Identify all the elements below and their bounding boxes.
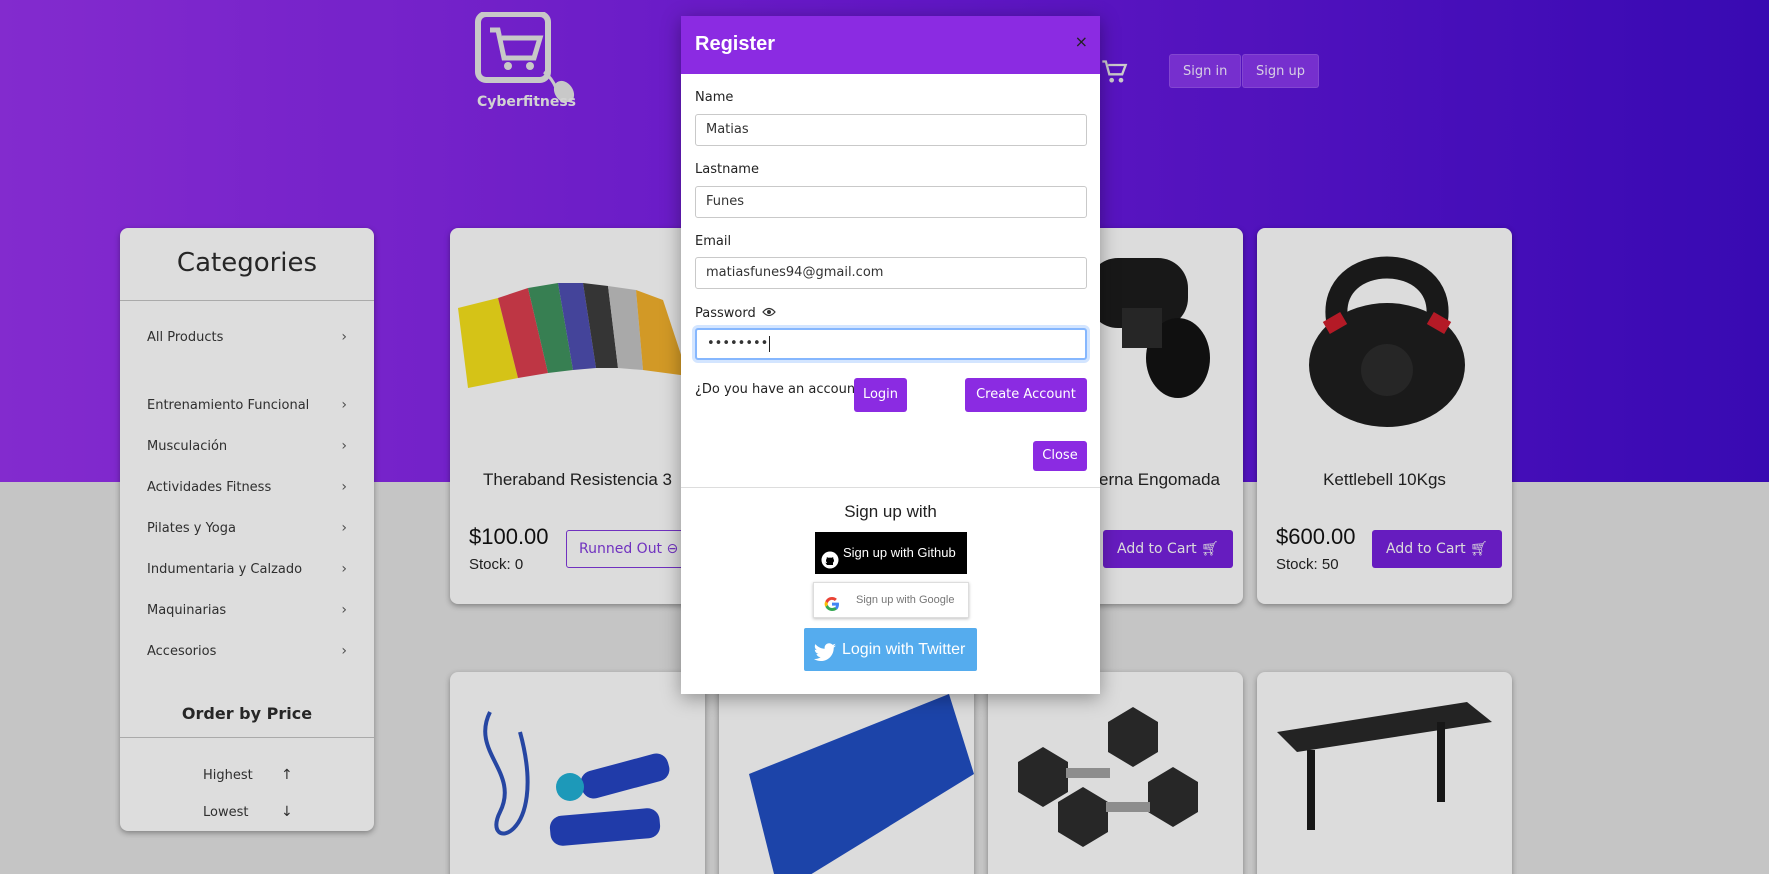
twitter-button-label: Login with Twitter xyxy=(842,641,966,658)
github-button-label: Sign up with Github xyxy=(843,545,956,560)
twitter-icon xyxy=(813,638,837,681)
divider xyxy=(681,487,1100,488)
create-account-button[interactable]: Create Account xyxy=(965,378,1087,412)
lastname-label: Lastname xyxy=(695,162,759,177)
lastname-field[interactable]: Funes xyxy=(695,186,1087,218)
github-signup-button[interactable]: Sign up with Github xyxy=(815,532,967,574)
google-button-label: Sign up with Google xyxy=(856,594,955,606)
email-label: Email xyxy=(695,234,732,249)
password-field[interactable]: •••••••• xyxy=(695,328,1087,360)
register-modal: Register × Name Matias Lastname Funes Em… xyxy=(681,16,1100,694)
password-label: Password xyxy=(695,306,756,321)
have-account-text: ¿Do you have an account? xyxy=(695,382,868,397)
twitter-login-button[interactable]: Login with Twitter xyxy=(804,628,977,671)
google-icon xyxy=(824,592,840,626)
email-field[interactable]: matiasfunes94@gmail.com xyxy=(695,257,1087,289)
password-label-row: Password xyxy=(695,306,776,321)
github-icon xyxy=(821,544,839,586)
modal-header: Register × xyxy=(681,16,1100,74)
close-icon[interactable]: × xyxy=(1075,32,1088,51)
password-value: •••••••• xyxy=(707,336,769,351)
name-field[interactable]: Matias xyxy=(695,114,1087,146)
modal-title: Register xyxy=(695,33,776,55)
text-caret xyxy=(769,335,771,352)
signup-with-heading: Sign up with xyxy=(844,502,937,521)
close-button[interactable]: Close xyxy=(1033,441,1087,471)
eye-icon[interactable] xyxy=(761,306,776,321)
name-label: Name xyxy=(695,90,734,105)
login-button[interactable]: Login xyxy=(854,378,907,412)
google-signup-button[interactable]: Sign up with Google xyxy=(813,582,969,618)
